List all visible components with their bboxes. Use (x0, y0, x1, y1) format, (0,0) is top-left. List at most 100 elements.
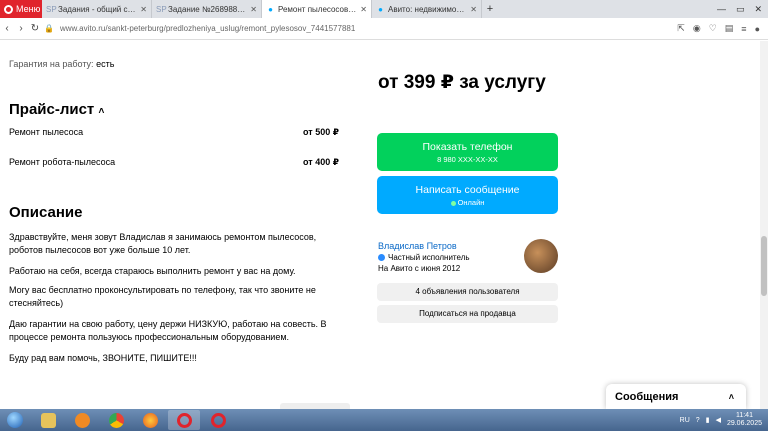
opera-menu-button[interactable]: Меню (0, 0, 42, 18)
language-indicator[interactable]: RU (680, 417, 690, 424)
scrollbar-thumb[interactable] (761, 236, 767, 296)
warranty-value: есть (96, 59, 115, 69)
scrollbar[interactable] (760, 41, 768, 409)
tab-avito-home[interactable]: ● Авито: недвижимость, тра ✕ (372, 0, 482, 18)
system-tray: RU ? ▮ ◀ 11:41 29.06.2025 (680, 412, 768, 428)
show-phone-button[interactable]: Показать телефон 8 980 XXX-XX-XX (377, 133, 558, 171)
network-icon[interactable]: ▮ (706, 416, 710, 424)
window-controls: — ▭ ✕ (717, 0, 768, 18)
share-icon[interactable]: ⇱ (677, 23, 685, 34)
camera-icon[interactable]: ◉ (693, 23, 701, 34)
description-title: Описание (9, 204, 83, 221)
description-paragraph: Даю гарантии на свою работу, цену держи … (9, 319, 327, 342)
price-row-name: Ремонт робота-пылесоса (9, 157, 116, 167)
clock-time: 11:41 (735, 412, 753, 419)
lock-icon: 🔒 (44, 24, 54, 33)
online-status: Онлайн (457, 198, 485, 207)
avito-favicon-icon: ● (378, 4, 383, 14)
messages-title: Сообщения (615, 390, 679, 403)
taskbar-chrome[interactable] (100, 410, 132, 430)
menu-icon[interactable]: ≡ (741, 24, 746, 34)
bookmark-icon[interactable]: ♡ (709, 23, 717, 34)
description-paragraph: Могу вас бесплатно проконсультировать по… (9, 285, 316, 308)
menu-label: Меню (16, 4, 41, 14)
show-phone-label: Показать телефон (422, 141, 513, 153)
close-icon[interactable]: ✕ (140, 5, 147, 14)
tab-bar: Меню SP Задания - общий список ✕ SP Зада… (0, 0, 768, 18)
chevron-up-icon[interactable]: ˄ (729, 392, 734, 402)
description-paragraph: Здравствуйте, меня зовут Владислав я зан… (9, 232, 317, 255)
price-row: Ремонт робота-пылесоса от 400 ₽ (9, 157, 339, 168)
price-row-value: от 400 ₽ (303, 157, 339, 167)
new-tab-button[interactable]: + (482, 0, 498, 18)
avito-favicon-icon: ● (268, 4, 273, 14)
tab-title: Авито: недвижимость, тра (388, 4, 468, 14)
sp-favicon-icon: SP (46, 4, 57, 14)
messages-widget[interactable]: Сообщения ˄ (606, 384, 746, 409)
phone-masked: 8 980 XXX-XX-XX (437, 155, 498, 164)
user-ads-button[interactable]: 4 объявления пользователя (377, 283, 558, 301)
taskbar-firefox[interactable] (134, 410, 166, 430)
seller-name-link[interactable]: Владислав Петров (378, 241, 457, 251)
back-icon[interactable]: ‹ (0, 23, 14, 34)
opera-icon (210, 412, 226, 428)
seller-type: Частный исполнитель (378, 253, 470, 262)
profile-icon[interactable]: ● (755, 24, 760, 34)
page-content: Гарантия на работу: есть от 399 ₽ за усл… (0, 41, 768, 409)
tab-title: Ремонт пылесосов в Санк (278, 4, 357, 14)
avatar[interactable] (524, 239, 558, 273)
media-player-icon (74, 412, 90, 428)
taskbar-explorer[interactable] (32, 410, 64, 430)
price-row-name: Ремонт пылесоса (9, 127, 84, 137)
tab-task-2689884[interactable]: SP Задание №2689884 - пр ✕ (152, 0, 262, 18)
pricelist-title-text: Прайс-лист (9, 101, 95, 118)
address-bar: ‹ › ↻ 🔒 www.avito.ru/sankt-peterburg/pre… (0, 18, 768, 40)
seller-since: На Авито с июня 2012 (378, 264, 461, 273)
verified-check-icon (378, 254, 385, 262)
minimize-icon[interactable]: — (717, 4, 726, 14)
write-message-button[interactable]: Написать сообщение Онлайн (377, 176, 558, 214)
opera-icon (176, 412, 192, 428)
description-paragraph: Работаю на себя, всегда стараюсь выполни… (9, 266, 296, 276)
tab-tasks-list[interactable]: SP Задания - общий список ✕ (42, 0, 152, 18)
sp-favicon-icon: SP (156, 4, 167, 14)
chevron-up-icon: ˄ (98, 106, 105, 117)
close-icon[interactable]: ✕ (250, 5, 257, 14)
clock[interactable]: 11:41 29.06.2025 (727, 412, 762, 428)
reload-icon[interactable]: ↻ (28, 23, 42, 34)
close-icon[interactable]: ✕ (470, 5, 477, 14)
price-row: Ремонт пылесоса от 500 ₽ (9, 127, 339, 138)
clock-date: 29.06.2025 (726, 420, 762, 427)
url-field[interactable]: www.avito.ru/sankt-peterburg/predlozheni… (60, 24, 355, 33)
pricelist-title[interactable]: Прайс-лист ˄ (9, 101, 104, 118)
tab-vacuum-repair[interactable]: ● Ремонт пылесосов в Санк ✕ (262, 0, 372, 18)
tab-title: Задания - общий список (58, 4, 137, 14)
subscribe-seller-button[interactable]: Подписаться на продавца (377, 305, 558, 323)
taskbar: RU ? ▮ ◀ 11:41 29.06.2025 (0, 409, 768, 431)
taskbar-media[interactable] (66, 410, 98, 430)
toolbar-icons: ⇱ ◉ ♡ ▤ ≡ ● (677, 23, 768, 34)
forward-icon[interactable]: › (14, 23, 28, 34)
folder-icon (40, 412, 56, 428)
taskbar-opera-1[interactable] (168, 410, 200, 430)
close-window-icon[interactable]: ✕ (754, 4, 762, 15)
seller-type-text: Частный исполнитель (388, 253, 470, 262)
price-row-value: от 500 ₽ (303, 127, 339, 137)
start-button[interactable] (0, 409, 30, 431)
volume-icon[interactable]: ◀ (716, 416, 721, 424)
tab-title: Задание №2689884 - пр (168, 4, 247, 14)
warranty-label: Гарантия на работу: (9, 59, 94, 69)
windows-logo-icon (7, 412, 23, 428)
description-paragraph: Буду рад вам помочь, ЗВОНИТЕ, ПИШИТЕ!!! (9, 353, 197, 363)
maximize-icon[interactable]: ▭ (736, 4, 745, 15)
chrome-icon (108, 412, 124, 428)
online-dot-icon (450, 200, 456, 206)
write-message-label: Написать сообщение (415, 184, 520, 196)
extension-icon[interactable]: ▤ (725, 23, 734, 34)
close-icon[interactable]: ✕ (360, 5, 367, 14)
firefox-icon (142, 412, 158, 428)
service-price: от 399 ₽ за услугу (378, 72, 546, 93)
taskbar-opera-2[interactable] (202, 410, 234, 430)
warranty-line: Гарантия на работу: есть (9, 59, 114, 69)
help-icon[interactable]: ? (696, 417, 700, 424)
